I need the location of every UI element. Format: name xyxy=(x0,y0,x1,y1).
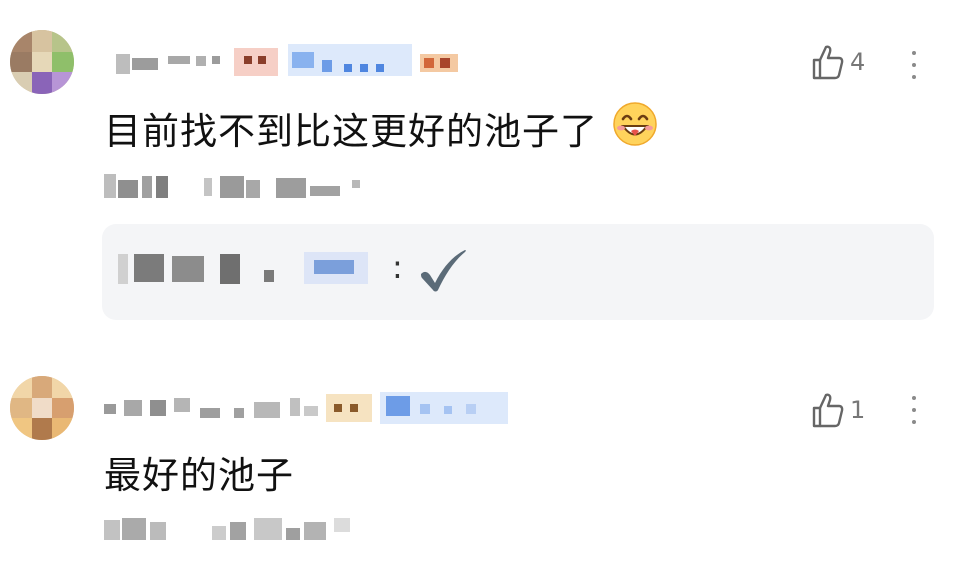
thumbs-up-icon xyxy=(812,45,844,80)
username-obscured[interactable] xyxy=(112,44,458,76)
reply-colon: : xyxy=(392,248,403,286)
comment-item: 1 最好的池子 xyxy=(0,340,960,572)
dot xyxy=(912,63,916,67)
avatar[interactable] xyxy=(10,30,74,94)
comment-text-row: 目前找不到比这更好的池子了 xyxy=(104,101,658,153)
comment-text: 目前找不到比这更好的池子了 xyxy=(104,110,598,153)
like-button[interactable]: 4 xyxy=(812,44,865,80)
like-count: 1 xyxy=(850,396,866,424)
comment-text-row: 最好的池子 xyxy=(104,448,294,497)
comment-text: 最好的池子 xyxy=(104,454,294,497)
avatar[interactable] xyxy=(10,376,74,440)
reply-author-obscured[interactable] xyxy=(118,250,374,288)
more-options-button[interactable] xyxy=(909,51,919,79)
username-obscured[interactable] xyxy=(104,392,508,424)
timestamp-obscured xyxy=(104,514,360,544)
dot xyxy=(912,75,916,79)
more-options-button[interactable] xyxy=(909,396,919,424)
timestamp-obscured xyxy=(104,172,368,202)
like-button[interactable]: 1 xyxy=(812,392,865,428)
dot xyxy=(912,396,916,400)
smiling-face-icon xyxy=(612,101,658,156)
dot xyxy=(912,51,916,55)
thumbs-up-icon xyxy=(812,393,844,428)
dot xyxy=(912,408,916,412)
comment-item: 4 目前找不到比这更好的池子了: xyxy=(0,0,960,340)
dot xyxy=(912,420,916,424)
checkmark-icon xyxy=(418,248,468,298)
like-count: 4 xyxy=(850,48,866,76)
